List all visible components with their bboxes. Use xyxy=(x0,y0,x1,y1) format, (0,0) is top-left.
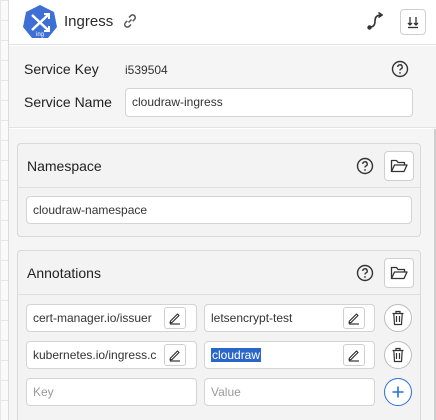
open-namespace-button[interactable] xyxy=(384,151,414,181)
add-annotation-button[interactable] xyxy=(384,378,412,406)
help-icon[interactable] xyxy=(391,60,409,78)
edit-key-button[interactable] xyxy=(164,344,186,366)
edit-key-button[interactable] xyxy=(164,307,186,329)
pencil-icon xyxy=(169,350,180,362)
link-icon[interactable] xyxy=(122,13,138,29)
service-key-label: Service Key xyxy=(24,61,99,77)
open-annotations-button[interactable] xyxy=(384,258,414,288)
service-name-label: Service Name xyxy=(24,94,112,110)
trash-icon xyxy=(392,347,404,363)
namespace-header: Namespace xyxy=(18,144,420,188)
service-key-value: i539504 xyxy=(125,63,168,77)
ingress-logo-icon: ing xyxy=(23,5,57,38)
panel-header: ing Ingress xyxy=(9,0,436,45)
help-icon[interactable] xyxy=(356,157,374,175)
canvas-grid xyxy=(0,0,9,420)
trash-icon xyxy=(392,310,404,326)
annotations-title: Annotations xyxy=(27,265,101,281)
new-value-input[interactable]: Value xyxy=(204,378,375,406)
folder-open-icon xyxy=(390,266,408,280)
new-key-input[interactable]: Key xyxy=(26,378,197,406)
namespace-section: Namespace cloudraw-namespace xyxy=(17,143,421,237)
plus-icon xyxy=(392,386,404,398)
delete-annotation-button[interactable] xyxy=(384,304,412,332)
route-icon[interactable] xyxy=(366,11,386,31)
namespace-title: Namespace xyxy=(27,158,102,174)
content-area: Namespace cloudraw-namespace Annotations… xyxy=(9,129,436,420)
selected-text: cloudraw xyxy=(211,348,262,362)
pencil-icon xyxy=(169,313,180,325)
ingress-panel: ing Ingress Service Key i539504 Service … xyxy=(9,0,436,420)
annotations-section: Annotations cert-manager.io/issuer letse… xyxy=(17,250,421,420)
service-section: Service Key i539504 Service Name cloudra… xyxy=(9,46,436,128)
page-title: Ingress xyxy=(64,13,114,30)
namespace-input[interactable]: cloudraw-namespace xyxy=(26,196,412,224)
folder-open-icon xyxy=(390,159,408,173)
pencil-icon xyxy=(348,350,359,362)
edit-value-button[interactable] xyxy=(343,344,365,366)
logo-label: ing xyxy=(36,32,44,38)
pencil-icon xyxy=(348,313,359,325)
sort-down-icon xyxy=(407,17,419,29)
edit-value-button[interactable] xyxy=(343,307,365,329)
annotations-header: Annotations xyxy=(18,251,420,295)
delete-annotation-button[interactable] xyxy=(384,341,412,369)
service-name-input[interactable]: cloudraw-ingress xyxy=(125,88,413,117)
sort-button[interactable] xyxy=(400,9,426,35)
help-icon[interactable] xyxy=(356,264,374,282)
